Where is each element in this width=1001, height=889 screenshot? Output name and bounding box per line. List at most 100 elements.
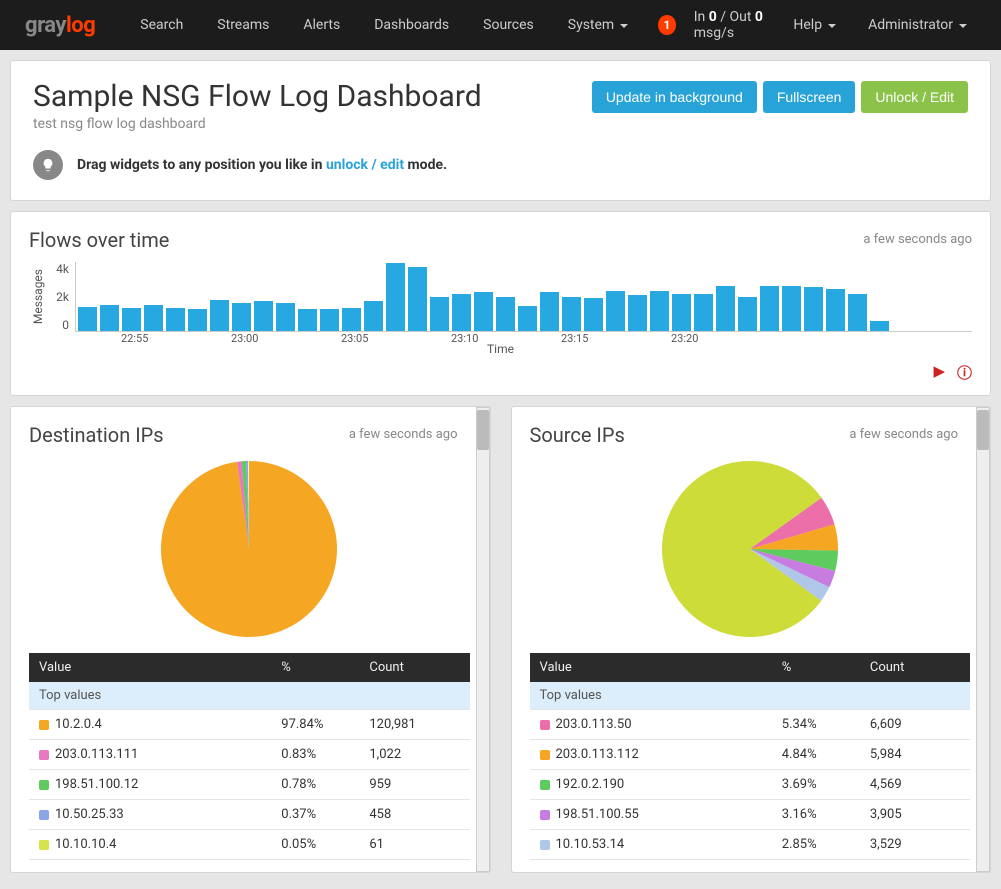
nav-alerts[interactable]: Alerts xyxy=(289,0,354,50)
scroll-thumb[interactable] xyxy=(977,410,989,450)
bar xyxy=(408,267,427,331)
pie-chart xyxy=(660,459,840,639)
table-row: 10.2.0.497.84%120,981 xyxy=(29,710,470,740)
y-axis-label: Messages xyxy=(29,269,47,324)
scrollbar[interactable]: ▲ xyxy=(476,407,490,872)
bar xyxy=(122,308,141,331)
bar xyxy=(474,292,493,331)
bar xyxy=(870,321,889,331)
bar xyxy=(760,286,779,331)
color-swatch xyxy=(540,720,550,730)
hint-pre: Drag widgets to any position you like in xyxy=(77,157,326,173)
hint-post: mode. xyxy=(404,157,447,173)
table-row: 203.0.113.1124.84%5,984 xyxy=(530,740,971,770)
table-row: 203.0.113.1110.83%1,022 xyxy=(29,740,470,770)
widget-destination-ips: Destination IPs a few seconds ago Value … xyxy=(10,406,491,873)
widget-age: a few seconds ago xyxy=(863,232,972,247)
unlock-edit-link[interactable]: unlock / edit xyxy=(326,157,404,173)
nav-dashboards[interactable]: Dashboards xyxy=(360,0,463,50)
tp-in: 0 xyxy=(709,9,717,25)
page-subtitle: test nsg flow log dashboard xyxy=(33,116,968,132)
bar xyxy=(188,309,207,331)
color-swatch xyxy=(540,810,550,820)
bar xyxy=(738,297,757,331)
bar xyxy=(166,308,185,331)
info-icon[interactable]: ⓘ xyxy=(957,362,972,383)
bar xyxy=(518,306,537,331)
nav-search[interactable]: Search xyxy=(126,0,197,50)
bar xyxy=(540,292,559,331)
bar xyxy=(650,291,669,331)
color-swatch xyxy=(540,840,550,850)
data-table: Value % Count Top values 203.0.113.505.3… xyxy=(530,653,971,860)
widget-source-ips: Source IPs a few seconds ago Value % Cou… xyxy=(511,406,992,873)
bar xyxy=(386,263,405,331)
col-pct: % xyxy=(271,653,359,682)
bar xyxy=(254,301,273,331)
bar xyxy=(804,287,823,331)
color-swatch xyxy=(540,780,550,790)
tp-suf: msg/s xyxy=(694,25,734,41)
col-count: Count xyxy=(359,653,469,682)
bar xyxy=(276,303,295,331)
tp-pre: In xyxy=(694,9,709,25)
y-axis-ticks: 4k 2k 0 xyxy=(47,262,75,332)
fullscreen-button[interactable]: Fullscreen xyxy=(763,81,856,113)
nav-system[interactable]: System xyxy=(554,0,642,50)
table-row: 192.0.2.1903.69%4,569 xyxy=(530,770,971,800)
col-value: Value xyxy=(29,653,271,682)
bar xyxy=(606,291,625,331)
bar xyxy=(694,294,713,331)
pie-chart xyxy=(159,459,339,639)
tp-out: 0 xyxy=(755,9,763,25)
bar xyxy=(716,286,735,331)
brand-logo[interactable]: graylog xyxy=(25,13,95,38)
color-swatch xyxy=(39,810,49,820)
table-row: 10.10.53.142.85%3,529 xyxy=(530,830,971,860)
tp-mid: / Out xyxy=(717,9,755,25)
col-value: Value xyxy=(530,653,772,682)
update-background-button[interactable]: Update in background xyxy=(592,81,757,113)
bar xyxy=(848,294,867,331)
widget-age: a few seconds ago xyxy=(349,427,458,442)
bar xyxy=(496,297,515,331)
notification-badge[interactable]: 1 xyxy=(658,15,675,35)
bar xyxy=(100,305,119,331)
bar xyxy=(320,309,339,331)
bar xyxy=(298,309,317,331)
table-subhead: Top values xyxy=(29,682,470,710)
bar xyxy=(364,301,383,331)
table-row: 10.10.10.40.05%61 xyxy=(29,830,470,860)
color-swatch xyxy=(39,750,49,760)
bar xyxy=(144,305,163,331)
bar xyxy=(826,289,845,331)
nav-admin[interactable]: Administrator xyxy=(854,0,981,50)
throughput-indicator: In 0 / Out 0 msg/s xyxy=(682,9,776,41)
color-swatch xyxy=(39,780,49,790)
table-subhead: Top values xyxy=(530,682,971,710)
nav-help[interactable]: Help xyxy=(779,0,850,50)
lightbulb-icon xyxy=(33,150,63,180)
data-table: Value % Count Top values 10.2.0.497.84%1… xyxy=(29,653,470,860)
play-icon[interactable]: ▶ xyxy=(933,362,945,383)
bar xyxy=(562,297,581,331)
bar xyxy=(78,307,97,331)
bar xyxy=(628,295,647,331)
unlock-edit-button[interactable]: Unlock / Edit xyxy=(861,81,968,113)
color-swatch xyxy=(39,720,49,730)
brand-log: log xyxy=(66,13,95,38)
table-row: 198.51.100.553.16%3,905 xyxy=(530,800,971,830)
bar-chart xyxy=(75,262,972,332)
bar xyxy=(452,294,471,331)
color-swatch xyxy=(39,840,49,850)
bar xyxy=(232,303,251,331)
col-pct: % xyxy=(772,653,860,682)
scroll-thumb[interactable] xyxy=(477,410,489,450)
x-axis-label: Time xyxy=(29,342,972,356)
scrollbar[interactable]: ▲ xyxy=(976,407,990,872)
widget-flows-over-time: Flows over time a few seconds ago Messag… xyxy=(10,211,991,396)
nav-streams[interactable]: Streams xyxy=(203,0,283,50)
nav-sources[interactable]: Sources xyxy=(469,0,548,50)
table-row: 203.0.113.505.34%6,609 xyxy=(530,710,971,740)
widget-title: Flows over time xyxy=(29,228,972,252)
